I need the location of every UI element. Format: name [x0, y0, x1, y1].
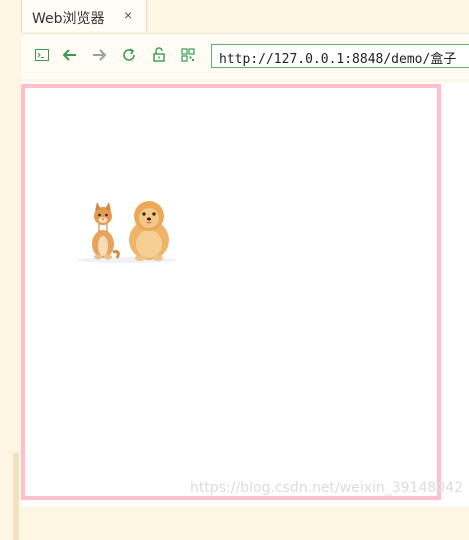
lock-open-icon[interactable]: [150, 46, 168, 64]
close-icon[interactable]: ×: [124, 7, 132, 23]
address-url[interactable]: http://127.0.0.1:8848/demo/盒子: [219, 48, 456, 67]
tab-label: Web浏览器: [32, 11, 105, 27]
forward-arrow-icon[interactable]: [90, 46, 108, 64]
dog-figure: [129, 201, 169, 261]
tab-web-browser[interactable]: Web浏览器 ×: [21, 0, 147, 32]
back-arrow-icon[interactable]: [61, 46, 79, 64]
reload-icon[interactable]: [120, 46, 138, 64]
page-viewport: [21, 82, 469, 507]
tab-bar: Web浏览器 ×: [0, 0, 469, 32]
browser-toolbar: http://127.0.0.1:8848/demo/盒子: [21, 33, 469, 79]
address-bar[interactable]: http://127.0.0.1:8848/demo/盒子: [211, 44, 469, 68]
cat-and-dog-image: [77, 201, 177, 263]
cat-figure: [92, 202, 120, 260]
qr-grid-icon[interactable]: [179, 46, 197, 64]
gutter-scroll-marker: [13, 453, 19, 540]
left-gutter: [0, 33, 21, 540]
pink-box: [21, 84, 441, 500]
watermark: https://blog.csdn.net/weixin_39148042: [190, 480, 464, 496]
terminal-icon[interactable]: [33, 46, 51, 64]
